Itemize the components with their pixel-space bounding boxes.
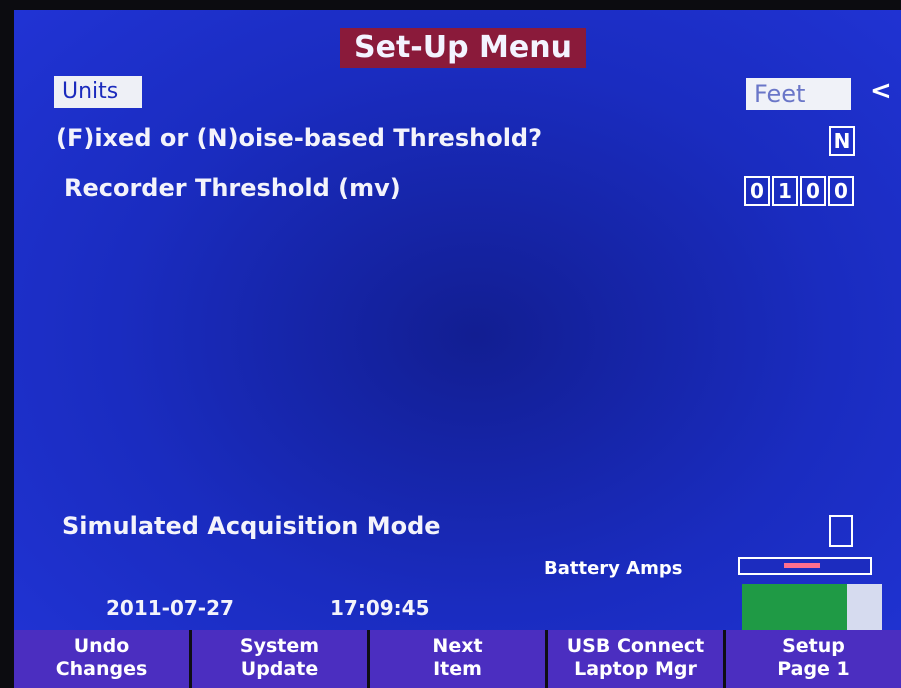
setup-page-button[interactable]: Setup Page 1 bbox=[726, 630, 901, 688]
threshold-type-value: N bbox=[829, 126, 855, 156]
status-date: 2011-07-27 bbox=[106, 596, 234, 620]
softkey-line: Changes bbox=[55, 658, 148, 680]
simulated-mode-label: Simulated Acquisition Mode bbox=[62, 512, 441, 540]
device-screen: Set-Up Menu Units Feet < (F)ixed or (N)o… bbox=[14, 10, 901, 688]
threshold-type-field[interactable]: N bbox=[827, 126, 855, 156]
softkey-line: Laptop Mgr bbox=[574, 658, 697, 680]
softkey-line: USB Connect bbox=[566, 635, 705, 657]
softkey-bar: Undo Changes System Update Next Item USB… bbox=[14, 630, 901, 688]
undo-changes-button[interactable]: Undo Changes bbox=[14, 630, 189, 688]
next-item-button[interactable]: Next Item bbox=[370, 630, 545, 688]
recorder-threshold-digit[interactable]: 1 bbox=[772, 176, 798, 206]
battery-amps-indicator bbox=[784, 563, 820, 568]
battery-amps-label: Battery Amps bbox=[544, 558, 683, 579]
softkey-line: System bbox=[239, 635, 320, 657]
selected-arrow-icon: < bbox=[870, 76, 892, 106]
simulated-mode-checkbox[interactable] bbox=[829, 515, 853, 547]
recorder-threshold-digit[interactable]: 0 bbox=[800, 176, 826, 206]
units-value-field[interactable]: Feet bbox=[746, 78, 851, 110]
softkey-line: Update bbox=[240, 658, 319, 680]
battery-level-empty bbox=[847, 584, 882, 634]
recorder-threshold-label: Recorder Threshold (mv) bbox=[64, 174, 401, 202]
softkey-line: Item bbox=[433, 658, 482, 680]
threshold-type-label: (F)ixed or (N)oise-based Threshold? bbox=[56, 124, 543, 152]
recorder-threshold-digit[interactable]: 0 bbox=[828, 176, 854, 206]
page-title: Set-Up Menu bbox=[340, 28, 586, 68]
recorder-threshold-field[interactable]: 0100 bbox=[742, 176, 854, 206]
softkey-line: Page 1 bbox=[777, 658, 850, 680]
battery-level-gauge bbox=[742, 584, 882, 634]
softkey-line: Setup bbox=[782, 635, 845, 657]
battery-amps-bar bbox=[738, 557, 872, 575]
status-time: 17:09:45 bbox=[330, 596, 430, 620]
softkey-line: Undo bbox=[73, 635, 130, 657]
softkey-line: Next bbox=[432, 635, 483, 657]
units-label[interactable]: Units bbox=[54, 76, 142, 108]
recorder-threshold-digit[interactable]: 0 bbox=[744, 176, 770, 206]
system-update-button[interactable]: System Update bbox=[192, 630, 367, 688]
usb-connect-button[interactable]: USB Connect Laptop Mgr bbox=[548, 630, 723, 688]
